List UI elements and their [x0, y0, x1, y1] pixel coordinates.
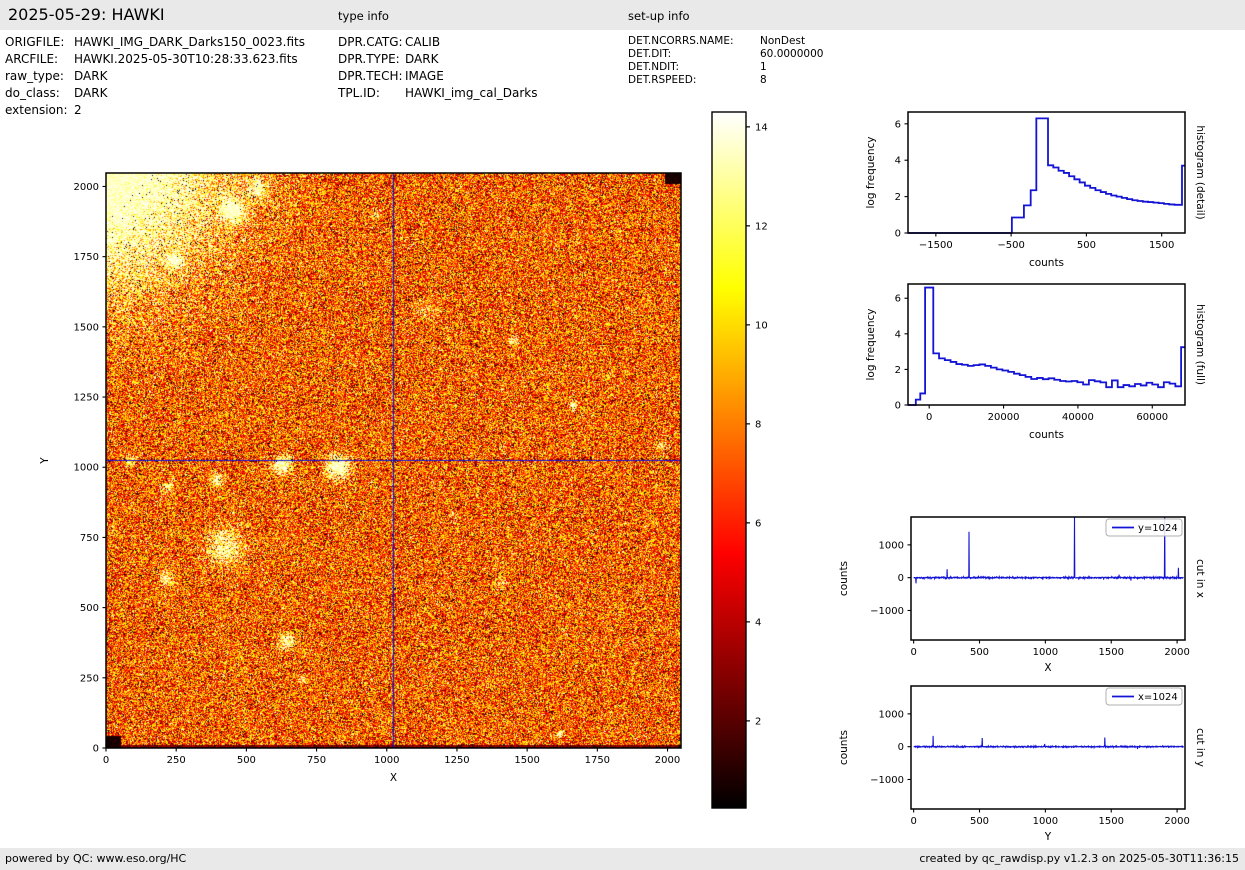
svg-text:2000: 2000 [74, 182, 99, 193]
cut-in-x-ylabel: counts [838, 561, 850, 596]
colorbar: 2 4 6 8 10 12 14 [711, 111, 768, 809]
svg-text:1250: 1250 [74, 393, 99, 404]
svg-text:0: 0 [895, 401, 901, 412]
histogram-full-side-label: histogram (full) [1194, 304, 1206, 385]
svg-text:1500: 1500 [1149, 240, 1174, 251]
svg-text:2000: 2000 [1164, 647, 1189, 658]
svg-text:14: 14 [755, 122, 768, 133]
svg-text:1750: 1750 [585, 755, 610, 766]
svg-text:250: 250 [80, 673, 99, 684]
histogram-detail-plot: −1500 −500 500 1500 0 2 4 6 counts log frequency h… [865, 111, 1206, 269]
svg-text:0: 0 [910, 647, 916, 658]
svg-text:1500: 1500 [1099, 816, 1124, 827]
cut-in-y-legend-label: x=1024 [1138, 692, 1178, 703]
svg-text:8: 8 [755, 419, 761, 430]
cut-in-y-plot: 0 500 1000 1500 2000 −1000 0 1000 Ycounts cut in … [838, 685, 1206, 843]
svg-text:0: 0 [103, 755, 109, 766]
cut-in-x-legend-label: y=1024 [1138, 523, 1178, 534]
svg-text:−1500: −1500 [919, 240, 953, 251]
svg-text:1000: 1000 [74, 463, 99, 474]
cut-in-y-side-label: cut in y [1194, 728, 1206, 767]
svg-text:4: 4 [755, 617, 761, 628]
svg-text:0: 0 [910, 816, 916, 827]
cut-in-y-xlabel: Y [1044, 831, 1052, 843]
svg-text:20000: 20000 [988, 412, 1020, 423]
histogram-detail-ylabel: log frequency [865, 136, 877, 208]
dark-frame-heatmap-ylabel: Y [39, 457, 51, 465]
footer-created-by: created by qc_rawdisp.py v1.2.3 on 2025-… [919, 852, 1239, 865]
svg-text:0: 0 [93, 744, 99, 755]
svg-text:1500: 1500 [1099, 647, 1124, 658]
svg-text:40000: 40000 [1062, 412, 1094, 423]
svg-text:1000: 1000 [879, 540, 904, 551]
svg-text:0: 0 [898, 573, 904, 584]
svg-text:1000: 1000 [1033, 647, 1058, 658]
svg-text:2000: 2000 [1164, 816, 1189, 827]
svg-text:2: 2 [895, 365, 901, 376]
histogram-full-plot: 0 20000 40000 60000 0 2 4 6 counts log frequency h… [865, 283, 1206, 441]
svg-text:0: 0 [898, 742, 904, 753]
svg-text:750: 750 [80, 533, 99, 544]
svg-text:−500: −500 [997, 240, 1024, 251]
svg-text:60000: 60000 [1136, 412, 1168, 423]
cut-in-x-side-label: cut in x [1194, 559, 1206, 598]
svg-text:6: 6 [755, 518, 761, 529]
svg-text:1750: 1750 [74, 252, 99, 263]
svg-text:0: 0 [895, 229, 901, 240]
footer-bar: powered by QC: www.eso.org/HC created by… [0, 848, 1245, 870]
svg-text:250: 250 [167, 755, 186, 766]
svg-text:10: 10 [755, 320, 768, 331]
footer-powered-by: powered by QC: www.eso.org/HC [5, 852, 187, 865]
svg-text:6: 6 [895, 294, 901, 305]
cut-in-x-plot: 0 500 1000 1500 2000 −1000 0 1000 Xcounts cut in … [838, 516, 1206, 674]
svg-text:12: 12 [755, 221, 768, 232]
histogram-detail-series [908, 117, 1185, 234]
svg-text:750: 750 [307, 755, 326, 766]
svg-text:1500: 1500 [74, 322, 99, 333]
cut-in-x-legend: y=1024 [1105, 518, 1183, 537]
histogram-detail-xlabel: counts [1029, 257, 1064, 269]
svg-text:0: 0 [926, 412, 932, 423]
svg-text:4: 4 [895, 156, 901, 167]
plots-overlay: −1500 −500 500 1500 0 2 4 6 counts log frequency h… [39, 111, 1206, 843]
svg-text:500: 500 [970, 647, 989, 658]
histogram-detail-side-label: histogram (detail) [1194, 125, 1206, 219]
svg-text:2000: 2000 [655, 755, 680, 766]
svg-text:4: 4 [895, 329, 901, 340]
svg-text:6: 6 [895, 119, 901, 130]
svg-text:500: 500 [1077, 240, 1096, 251]
svg-text:−1000: −1000 [870, 606, 904, 617]
svg-text:1500: 1500 [514, 755, 539, 766]
svg-text:2: 2 [755, 716, 761, 727]
svg-text:2: 2 [895, 192, 901, 203]
histogram-full-xlabel: counts [1029, 429, 1064, 441]
svg-text:500: 500 [237, 755, 256, 766]
dark-frame-heatmap-xlabel: X [390, 772, 397, 784]
dark-frame-heatmap-plot: 0 250 500 750 1000 1250 1500 1750 2000 0 250 500 750… [39, 172, 682, 784]
cut-in-y-ylabel: counts [838, 730, 850, 765]
svg-text:1000: 1000 [1033, 816, 1058, 827]
cut-in-y-legend: x=1024 [1105, 687, 1183, 706]
cut-in-x-xlabel: X [1044, 662, 1051, 674]
svg-text:1000: 1000 [374, 755, 399, 766]
svg-text:1000: 1000 [879, 709, 904, 720]
cut-in-y-series [913, 735, 1184, 750]
histogram-full-series [908, 286, 1185, 406]
histogram-full-ylabel: log frequency [865, 308, 877, 380]
svg-text:500: 500 [80, 603, 99, 614]
svg-text:−1000: −1000 [870, 775, 904, 786]
svg-text:500: 500 [970, 816, 989, 827]
svg-text:1250: 1250 [444, 755, 469, 766]
qc-report-page: 2025-05-29: HAWKI type info set-up info … [0, 0, 1245, 870]
